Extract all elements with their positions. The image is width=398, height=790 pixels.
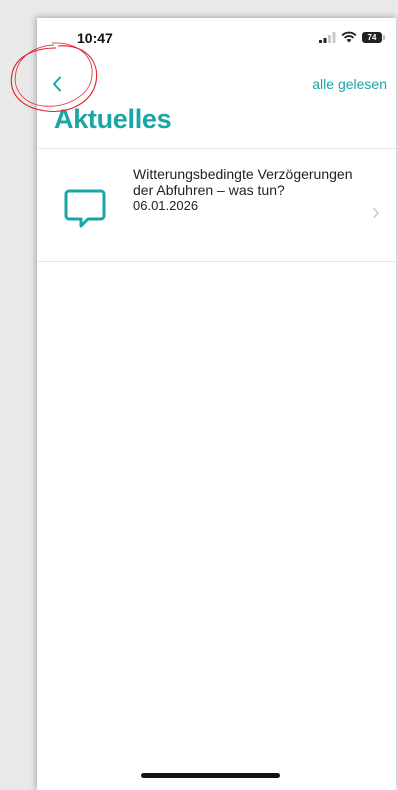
status-time: 10:47 (77, 30, 113, 46)
status-icons: 74 (319, 31, 385, 43)
news-list-item[interactable]: Witterungsbedingte Verzögerungen der Abf… (37, 149, 396, 261)
news-item-date: 06.01.2026 (133, 198, 199, 213)
speech-bubble-icon (64, 189, 106, 228)
signal-icon (319, 31, 336, 43)
battery-level: 74 (367, 32, 377, 42)
page-title: Aktuelles (54, 104, 172, 134)
back-button[interactable] (43, 70, 71, 98)
divider (37, 261, 396, 262)
home-indicator (141, 773, 280, 778)
status-bar: 10:47 74 (37, 18, 396, 58)
battery-icon: 74 (362, 31, 385, 43)
news-item-title: Witterungsbedingte Verzögerungen der Abf… (133, 166, 353, 198)
chevron-right-icon (373, 207, 379, 219)
mark-all-read-button[interactable]: alle gelesen (312, 76, 387, 92)
phone-screen: 10:47 74 alle gelesen Aktuelles Witterun… (37, 18, 396, 790)
nav-bar: alle gelesen (37, 70, 396, 100)
chevron-left-icon (53, 76, 61, 92)
wifi-icon (341, 31, 357, 43)
news-item-text: Witterungsbedingte Verzögerungen der Abf… (133, 166, 353, 214)
